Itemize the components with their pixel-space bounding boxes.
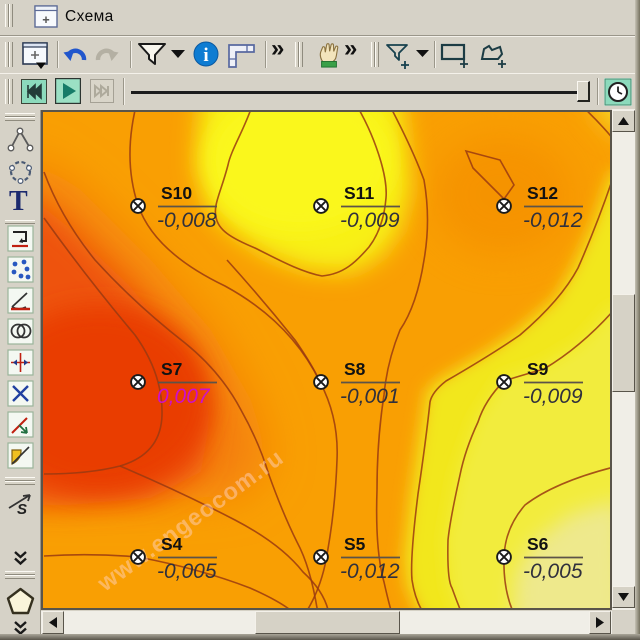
svg-text:S5: S5 (344, 534, 366, 554)
svg-text:-0,012: -0,012 (340, 560, 400, 583)
svg-text:-0,005: -0,005 (157, 560, 217, 583)
svg-text:-0,009: -0,009 (523, 385, 583, 408)
svg-text:i: i (203, 45, 208, 66)
svg-text:S8: S8 (344, 359, 366, 379)
svg-text:-0,009: -0,009 (340, 209, 400, 232)
svg-text:S4: S4 (161, 534, 183, 554)
svg-text:S9: S9 (527, 359, 549, 379)
svg-text:0,007: 0,007 (157, 385, 211, 408)
svg-text:S: S (17, 501, 27, 518)
svg-text:S6: S6 (527, 534, 549, 554)
svg-text:S7: S7 (161, 359, 182, 379)
svg-text:-0,012: -0,012 (523, 209, 583, 232)
svg-text:-0,005: -0,005 (523, 560, 583, 583)
svg-text:S10: S10 (161, 183, 192, 203)
svg-text:S11: S11 (344, 183, 374, 203)
svg-text:-0,008: -0,008 (157, 209, 217, 232)
svg-text:S12: S12 (527, 183, 558, 203)
svg-text:-0,001: -0,001 (340, 385, 400, 408)
